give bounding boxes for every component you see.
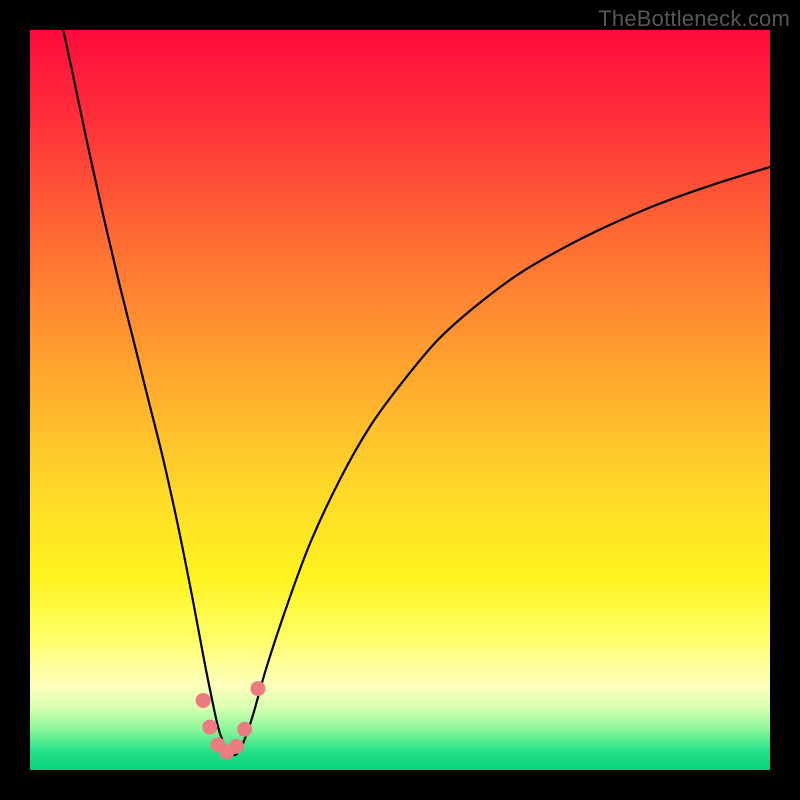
valley-marker xyxy=(237,722,252,737)
plot-background xyxy=(30,30,770,770)
valley-marker xyxy=(196,693,211,708)
watermark-text: TheBottleneck.com xyxy=(598,6,790,32)
valley-marker xyxy=(202,720,217,735)
bottleneck-curve-chart xyxy=(0,0,800,800)
valley-marker xyxy=(250,681,265,696)
chart-frame: TheBottleneck.com xyxy=(0,0,800,800)
valley-marker xyxy=(229,739,244,754)
